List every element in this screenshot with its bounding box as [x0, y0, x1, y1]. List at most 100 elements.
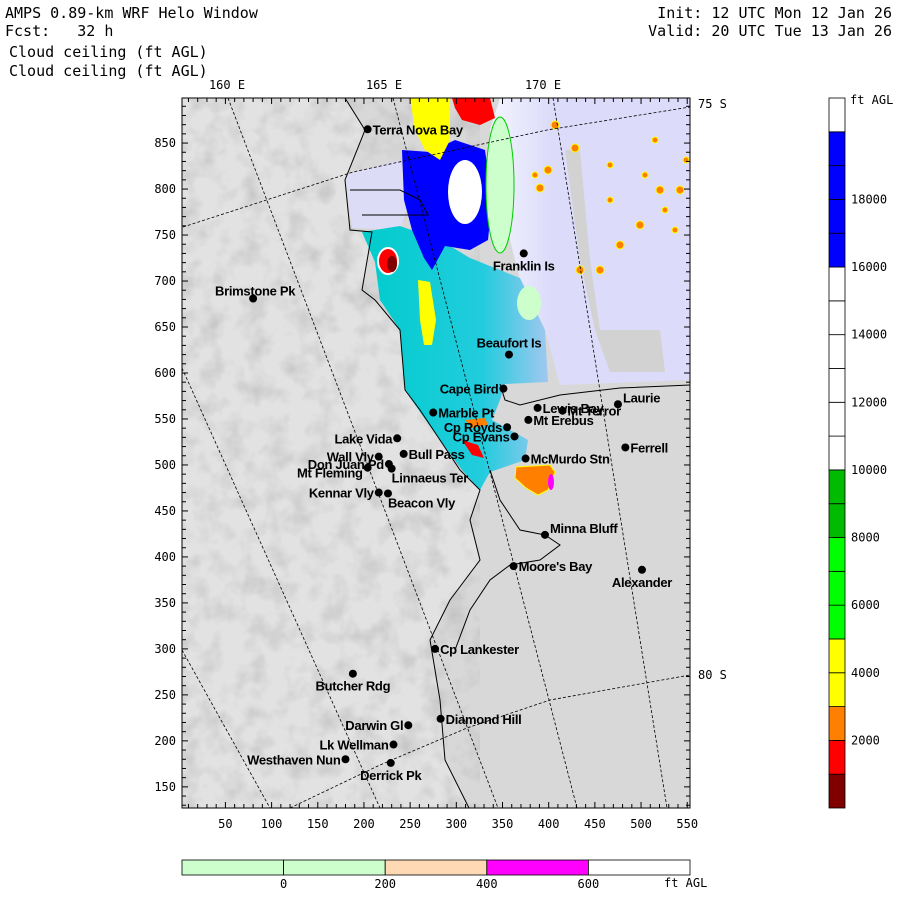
lat-label-75: 75 S: [698, 97, 727, 111]
station-marker[interactable]: [363, 125, 372, 134]
y-tick-label: 550: [154, 412, 176, 426]
colorbar-bin: [828, 368, 846, 403]
station-marker[interactable]: [389, 740, 398, 749]
low-colorbar-label: 600: [578, 877, 600, 891]
low-colorbar-bin: [384, 859, 488, 876]
x-tick-label: 350: [492, 817, 514, 831]
y-tick-label: 250: [154, 688, 176, 702]
station-marker[interactable]: [431, 644, 440, 653]
x-tick-label: 550: [676, 817, 698, 831]
low-colorbar-label: 400: [476, 877, 498, 891]
colorbar-bin: [828, 604, 846, 640]
y-tick-label: 450: [154, 504, 176, 518]
y-tick-label: 650: [154, 320, 176, 334]
low-colorbar-bin: [283, 859, 386, 876]
colorbar-bin: [828, 503, 846, 538]
station-marker[interactable]: [341, 755, 350, 764]
x-tick-label: 300: [445, 817, 467, 831]
station-marker[interactable]: [540, 530, 549, 539]
station-marker[interactable]: [521, 454, 530, 463]
lon-label-165: 165 E: [366, 78, 402, 92]
station-label: Lake Vida: [334, 431, 393, 446]
station-label: Minna Bluff: [550, 521, 618, 536]
station-label: McMurdo Stn: [531, 452, 610, 467]
station-label: Mt Fleming: [297, 466, 363, 481]
y-tick-label: 200: [154, 734, 176, 748]
map-figure: Terra Nova Bay Franklin Is Brimstone Pk Bea…: [154, 78, 893, 891]
station-label: Laurie: [623, 390, 660, 405]
colorbar-bin: [828, 97, 846, 133]
colorbar-bin: [828, 435, 846, 471]
colorbar-label: 12000: [851, 395, 887, 409]
colorbar-bin: [828, 537, 846, 572]
station-label: Franklin Is: [493, 258, 555, 273]
station-label: Mt Erebus: [533, 413, 593, 428]
station-label: Moore's Bay: [519, 559, 594, 574]
station-marker[interactable]: [637, 565, 646, 574]
map-plot-area: Terra Nova Bay Franklin Is Brimstone Pk Bea…: [182, 98, 690, 808]
x-tick-label: 400: [538, 817, 560, 831]
station-marker[interactable]: [499, 384, 508, 393]
y-tick-label: 150: [154, 780, 176, 794]
lon-label-170: 170 E: [525, 78, 561, 92]
station-marker[interactable]: [399, 449, 408, 458]
station-label: Darwin Gl: [345, 718, 403, 733]
low-colorbar-label: 200: [374, 877, 396, 891]
lat-label-80: 80 S: [698, 668, 727, 682]
colorbar-bin: [828, 739, 846, 775]
x-tick-label: 250: [399, 817, 421, 831]
station-label: Terra Nova Bay: [373, 122, 464, 137]
colorbar-bin: [828, 401, 846, 437]
colorbar-bin: [828, 672, 846, 707]
x-tick-label: 50: [218, 817, 232, 831]
low-ceiling-colorbar: 0 200 400 600: [181, 859, 691, 891]
colorbar-bin: [828, 773, 846, 809]
y-tick-label: 750: [154, 228, 176, 242]
station-label: Westhaven Nun: [247, 752, 341, 767]
y-tick-label: 400: [154, 550, 176, 564]
station-marker[interactable]: [386, 758, 395, 767]
station-marker[interactable]: [524, 415, 533, 424]
low-colorbar-bin: [181, 859, 284, 876]
station-marker[interactable]: [404, 721, 413, 730]
colorbar-label: 6000: [851, 598, 880, 612]
station-label: Alexander: [612, 575, 672, 590]
station-marker[interactable]: [393, 434, 402, 443]
station-marker[interactable]: [533, 403, 542, 412]
station-label: Cp Evans: [453, 429, 510, 444]
station-marker[interactable]: [613, 400, 622, 409]
station-marker[interactable]: [436, 714, 445, 723]
station-label: Lk Wellman: [319, 738, 388, 753]
colorbar-bin: [828, 706, 846, 741]
colorbar-label: 18000: [851, 192, 887, 206]
white-ceiling-patch: [448, 160, 482, 224]
y-tick-label: 350: [154, 596, 176, 610]
colorbar-bin: [828, 266, 846, 302]
station-marker[interactable]: [510, 432, 519, 441]
station-marker[interactable]: [374, 488, 383, 497]
y-tick-label: 600: [154, 366, 176, 380]
station-marker[interactable]: [621, 443, 630, 452]
colorbar-bin: [828, 638, 846, 674]
low-colorbar-label: 0: [280, 877, 287, 891]
colorbar-bin: [828, 131, 846, 167]
ceiling-colorbar-unit: ft AGL: [850, 93, 893, 107]
station-label: Bull Pass: [409, 447, 465, 462]
colorbar-label: 8000: [851, 531, 880, 545]
colorbar-bin: [828, 334, 846, 369]
y-tick-label: 800: [154, 182, 176, 196]
station-marker[interactable]: [504, 350, 513, 359]
station-label: Linnaeus Ter: [392, 471, 469, 486]
station-marker[interactable]: [348, 669, 357, 678]
station-marker[interactable]: [363, 463, 372, 472]
station-marker[interactable]: [509, 562, 518, 571]
station-label: Cape Bird: [440, 382, 499, 397]
colorbar-label: 16000: [851, 260, 887, 274]
station-marker[interactable]: [429, 408, 438, 417]
y-tick-label: 850: [154, 136, 176, 150]
station-label: Kennar Vly: [309, 486, 375, 501]
colorbar-bin: [828, 199, 846, 234]
low-ceiling-green-patch: [517, 286, 541, 320]
ceiling-colorbar: 2000 4000 6000 8000 10000 12000 14000 16000 1800…: [828, 97, 887, 809]
station-marker[interactable]: [519, 249, 528, 258]
